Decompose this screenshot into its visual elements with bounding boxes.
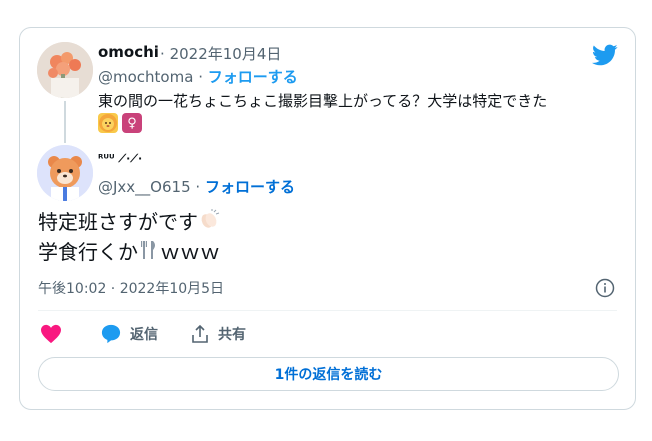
tweet2-text-line1: 特定班さすがです: [38, 208, 220, 238]
tweet2-author-name[interactable]: ᴿᵁᵁ ⟋·⟋·: [98, 152, 142, 166]
tweet2-follow-link[interactable]: フォローする: [205, 178, 295, 196]
avatar-omochi[interactable]: [37, 42, 93, 98]
reply-button[interactable]: 返信: [100, 324, 158, 344]
tweet2-text-line2: 学食行くか ｗｗｗ: [38, 238, 220, 268]
info-icon[interactable]: [595, 278, 615, 298]
tweet1-date-text[interactable]: 2022年10月4日: [170, 45, 282, 63]
twitter-bird-icon[interactable]: [590, 42, 620, 68]
reply-label: 返信: [130, 327, 158, 343]
tweet1-follow-link[interactable]: フォローする: [208, 68, 298, 86]
avatar-ruu[interactable]: [37, 145, 93, 201]
fork-and-knife-emoji-icon: [138, 239, 160, 268]
tweet2-timestamp[interactable]: 午後10:02 · 2022年10月5日: [38, 278, 224, 298]
clapping-hands-emoji-icon: [198, 209, 220, 238]
like-button[interactable]: [40, 324, 62, 344]
thread-line: [64, 101, 66, 143]
tweet1-date[interactable]: · 2022年10月4日: [160, 43, 281, 64]
tweet1-handle-row: @mochtoma · フォローする: [98, 66, 298, 87]
tweet1-emoji-row: ♀: [98, 113, 142, 133]
share-icon: [192, 324, 208, 343]
tweet1-author-name[interactable]: omochi: [98, 43, 159, 61]
tweet1-text: 東の間の一花ちょこちょこ撮影目撃上がってる？大学は特定できた: [98, 92, 548, 110]
date-separator: ·: [160, 45, 165, 63]
heart-icon: [41, 324, 61, 344]
tweet1-handle[interactable]: @mochtoma: [98, 68, 193, 86]
female-sign-emoji-icon: ♀: [122, 113, 142, 133]
tweet2-text: 特定班さすがです 学食行くか ｗｗｗ: [38, 208, 220, 268]
reply-bubble-icon: [101, 324, 121, 344]
share-button[interactable]: 共有: [190, 324, 246, 344]
divider: [38, 310, 617, 311]
tweet2-handle-row: @Jxx__O615 · フォローする: [98, 176, 295, 197]
follow-separator: ·: [198, 68, 203, 86]
read-replies-button[interactable]: 1件の返信を読む: [38, 357, 619, 391]
tweet2-handle[interactable]: @Jxx__O615: [98, 178, 191, 196]
follow-separator: ·: [195, 178, 201, 196]
share-label: 共有: [218, 327, 246, 343]
lion-emoji-icon: [98, 113, 118, 133]
